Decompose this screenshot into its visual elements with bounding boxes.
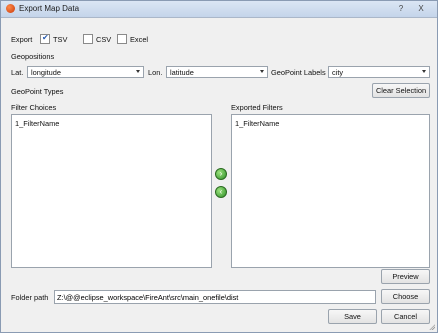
csv-checkbox[interactable] <box>83 34 93 44</box>
filter-choices-heading: Filter Choices <box>11 103 57 112</box>
window-title: Export Map Data <box>19 4 80 13</box>
filter-choices-list[interactable]: 1_FilterName <box>11 114 212 268</box>
chevron-down-icon <box>422 70 426 73</box>
lat-select[interactable]: longitude <box>27 66 144 78</box>
move-left-button[interactable]: ‹ <box>215 186 227 198</box>
clear-selection-button[interactable]: Clear Selection <box>372 83 430 98</box>
resize-grip-icon[interactable] <box>429 324 435 330</box>
title-bar[interactable]: Export Map Data ? X <box>1 1 437 18</box>
preview-button[interactable]: Preview <box>381 269 430 284</box>
list-item[interactable]: 1_FilterName <box>235 119 279 128</box>
excel-checkbox[interactable] <box>117 34 127 44</box>
geopoint-labels-label: GeoPoint Labels <box>271 68 326 77</box>
checkmark-icon: ✔ <box>42 33 49 42</box>
exported-filters-list[interactable]: 1_FilterName <box>231 114 430 268</box>
lat-select-value: longitude <box>31 68 61 77</box>
lat-label: Lat. <box>11 68 24 77</box>
lon-label: Lon. <box>148 68 163 77</box>
excel-label: Excel <box>130 35 149 44</box>
geopositions-heading: Geopositions <box>11 52 55 61</box>
arrow-left-icon: ‹ <box>219 187 223 196</box>
tsv-label: TSV <box>53 35 68 44</box>
close-button[interactable]: X <box>413 3 429 14</box>
cancel-button[interactable]: Cancel <box>381 309 430 324</box>
chevron-down-icon <box>136 70 140 73</box>
arrow-right-icon: › <box>219 169 223 178</box>
lon-select-value: latitude <box>170 68 194 77</box>
folder-path-field[interactable] <box>54 290 376 304</box>
help-button[interactable]: ? <box>394 3 408 14</box>
export-label: Export <box>11 35 33 44</box>
geopoint-types-heading: GeoPoint Types <box>11 87 64 96</box>
export-map-data-dialog: Export Map Data ? X Export ✔ TSV CSV Exc… <box>0 0 438 333</box>
folder-path-input[interactable] <box>57 292 373 302</box>
geopoint-labels-select-value: city <box>332 68 344 77</box>
exported-filters-heading: Exported Filters <box>231 103 283 112</box>
tsv-checkbox[interactable]: ✔ <box>40 33 50 44</box>
list-item[interactable]: 1_FilterName <box>15 119 59 128</box>
chevron-down-icon <box>260 70 264 73</box>
folder-path-label: Folder path <box>11 293 49 302</box>
lon-select[interactable]: latitude <box>166 66 268 78</box>
geopoint-labels-select[interactable]: city <box>328 66 430 78</box>
save-button[interactable]: Save <box>328 309 377 324</box>
csv-label: CSV <box>96 35 112 44</box>
app-icon <box>6 4 15 13</box>
choose-button[interactable]: Choose <box>381 289 430 304</box>
move-right-button[interactable]: › <box>215 168 227 180</box>
